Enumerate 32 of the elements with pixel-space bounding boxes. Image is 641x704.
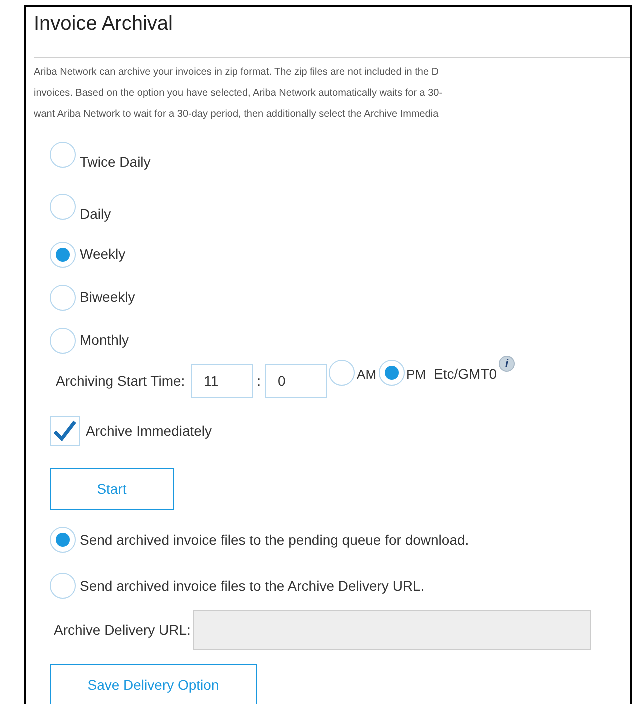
- radio-button[interactable]: [329, 360, 356, 386]
- radio-button[interactable]: [50, 527, 76, 553]
- radio-label: Biweekly: [80, 288, 136, 307]
- timezone-label: Etc/GMT0: [434, 365, 498, 384]
- description-text: invoices. Based on the option you have selected, Ariba Network automatically waits for a 30-: [34, 87, 443, 101]
- period-label: AM: [357, 366, 377, 384]
- radio-label: Daily: [80, 204, 112, 224]
- description-text: want Ariba Network to wait for a 30-day period, then additionally select the Archive Immedia: [34, 108, 439, 122]
- description-text: Ariba Network can archive your invoices in zip format. The zip files are not included in the D: [34, 66, 440, 80]
- checkbox-label: Archive Immediately: [86, 422, 212, 441]
- radio-button[interactable]: [50, 242, 76, 268]
- radio-label: Weekly: [80, 245, 126, 264]
- radio-label: Send archived invoice files to the Archive Delivery URL.: [80, 576, 425, 596]
- period-label: PM: [406, 366, 426, 384]
- radio-button[interactable]: [50, 573, 76, 599]
- delivery-url-label: Archive Delivery URL:: [54, 620, 191, 640]
- info-icon[interactable]: i: [499, 356, 516, 372]
- start-time-label: Archiving Start Time:: [56, 372, 186, 391]
- radio-label: Twice Daily: [80, 152, 151, 172]
- radio-label: Monthly: [80, 331, 130, 350]
- radio-button[interactable]: [50, 194, 76, 220]
- minute-field[interactable]: 0: [265, 364, 328, 398]
- time-separator: :: [257, 372, 262, 390]
- radio-button[interactable]: [50, 284, 76, 310]
- hour-field[interactable]: 11: [191, 364, 254, 398]
- checkmark-icon: [53, 420, 77, 442]
- checkbox[interactable]: [50, 416, 80, 446]
- page-title: Invoice Archival: [34, 12, 174, 37]
- radio-button[interactable]: [50, 328, 76, 354]
- radio-label: Send archived invoice files to the pending queue for download.: [80, 530, 470, 550]
- radio-button[interactable]: [50, 142, 76, 168]
- radio-button[interactable]: [378, 360, 405, 386]
